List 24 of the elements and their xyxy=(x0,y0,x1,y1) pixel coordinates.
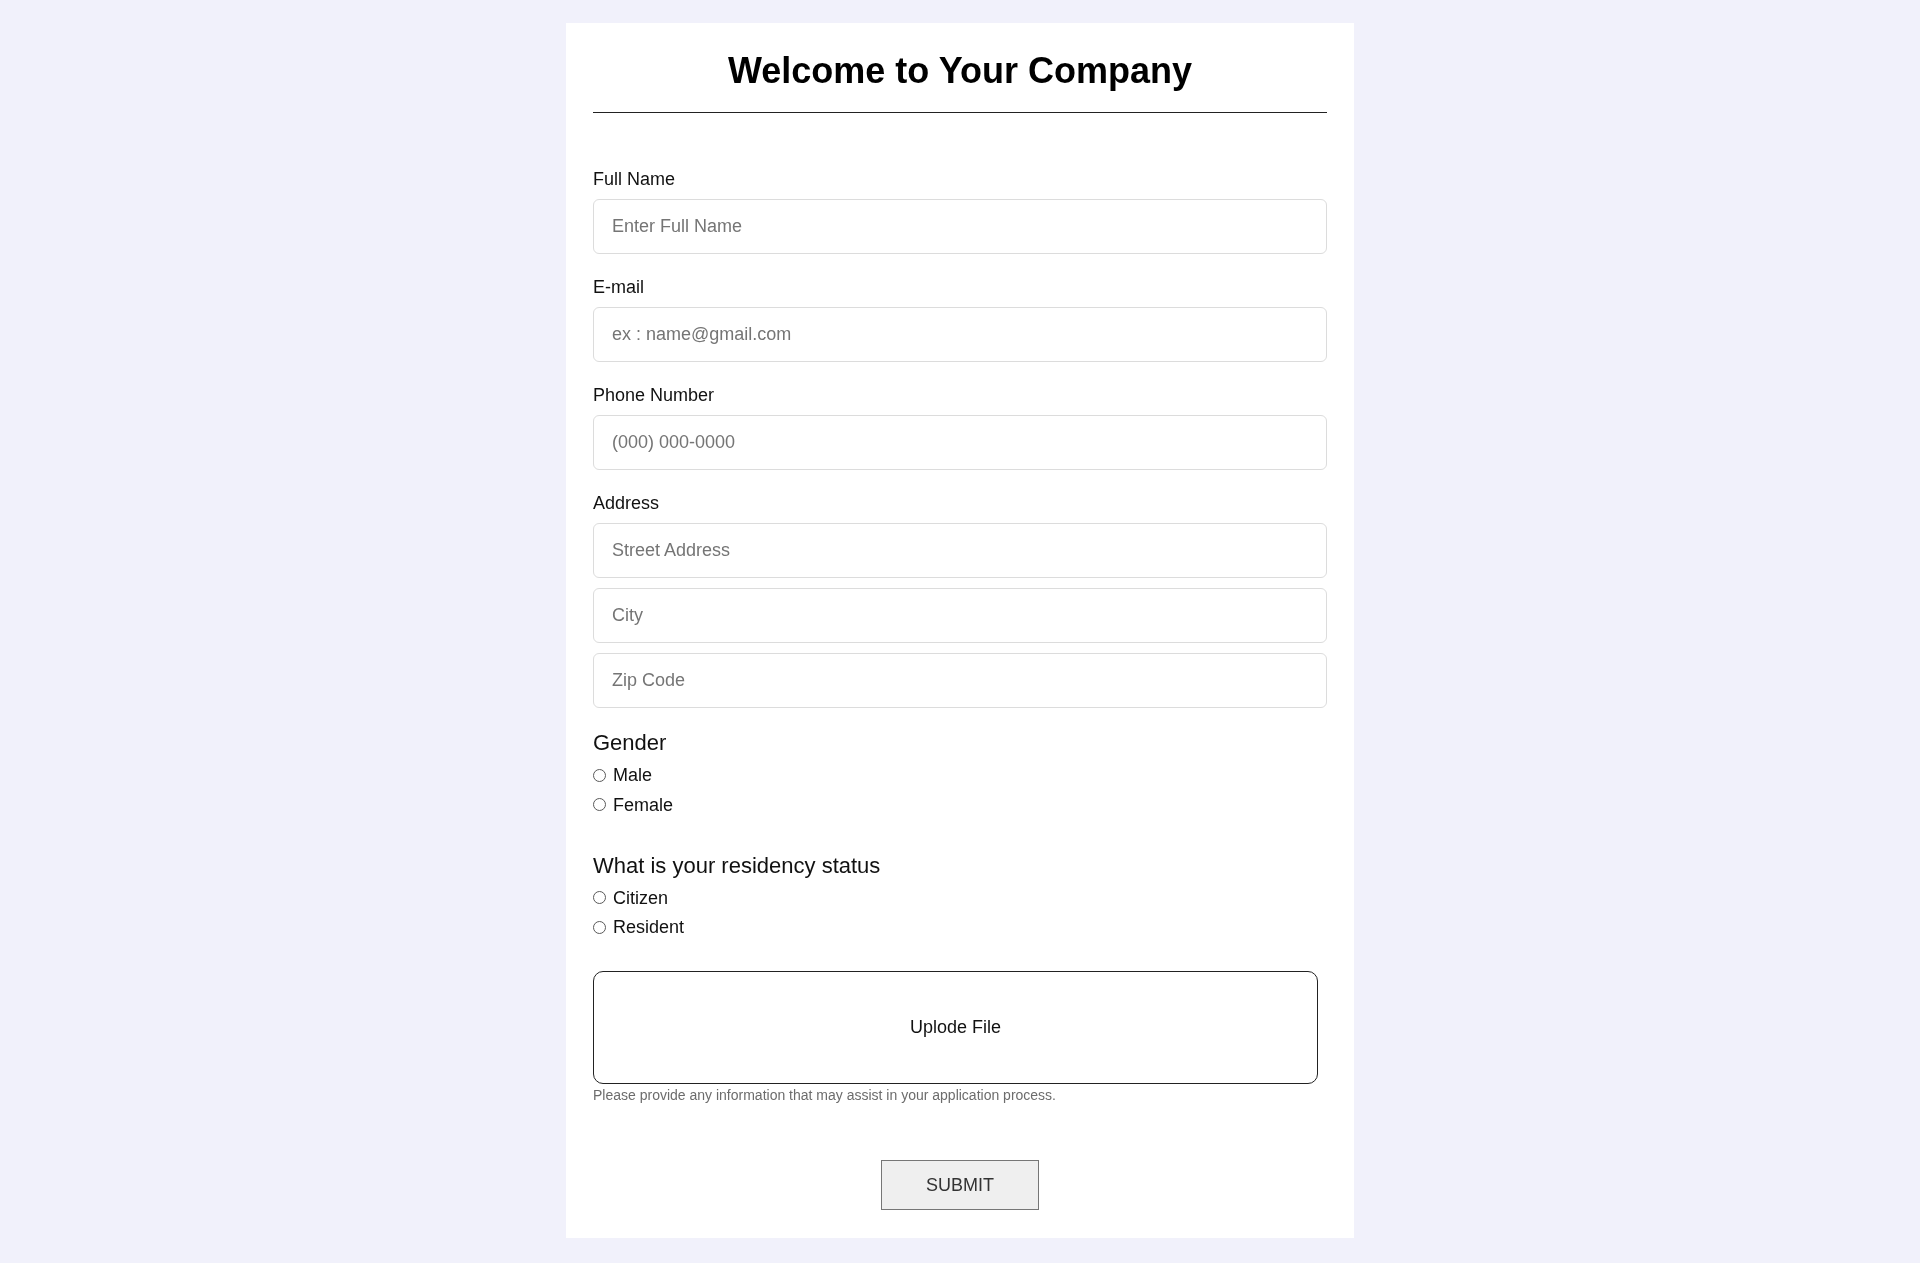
upload-hint: Please provide any information that may assist in your application process. xyxy=(593,1086,1057,1104)
option-label: Male xyxy=(613,764,652,787)
text-field[interactable]: Zip Code xyxy=(593,653,1327,708)
radio-button[interactable] xyxy=(593,768,606,782)
option-label: Resident xyxy=(613,916,685,939)
question-heading: Gender xyxy=(593,729,668,757)
upload-file-button[interactable]: Uplode File xyxy=(593,971,1318,1084)
radio-button[interactable] xyxy=(593,798,606,811)
radio-button[interactable] xyxy=(593,920,606,934)
option-label: Female xyxy=(613,793,674,817)
question-heading: What is your residency status xyxy=(593,851,882,880)
field-label: Full Name xyxy=(593,168,677,191)
field-label: Address xyxy=(593,492,661,515)
submit-button[interactable]: SUBMIT xyxy=(881,1160,1039,1210)
radio-button[interactable] xyxy=(593,891,606,904)
text-field[interactable]: Street Address xyxy=(593,523,1327,578)
field-label: Phone Number xyxy=(593,384,716,407)
text-field[interactable]: ex : name@gmail.com xyxy=(593,307,1327,362)
page-title: Welcome to Your Company xyxy=(726,49,1194,93)
text-field[interactable]: City xyxy=(593,588,1327,643)
text-field[interactable]: (000) 000-0000 xyxy=(593,415,1327,470)
option-label: Citizen xyxy=(613,886,669,910)
field-label: E-mail xyxy=(593,276,645,299)
text-field[interactable]: Enter Full Name xyxy=(593,199,1327,254)
